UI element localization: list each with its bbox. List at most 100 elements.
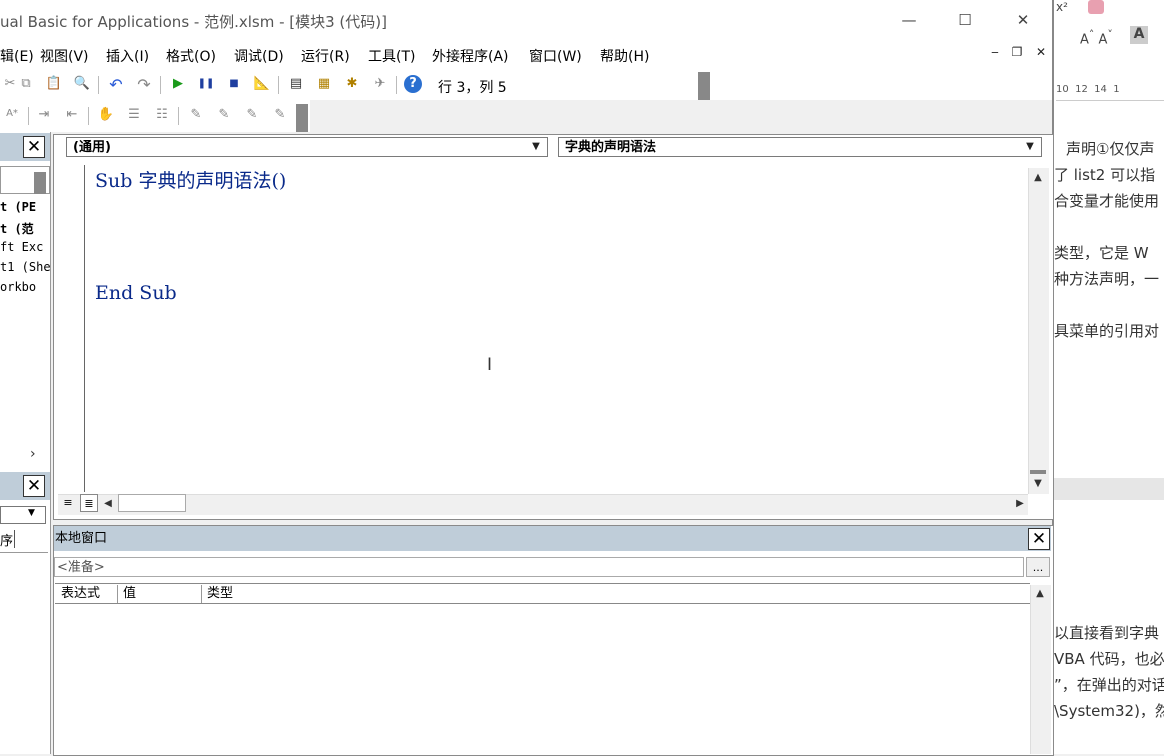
pane-scroll-handle[interactable] [34,172,46,194]
tree-item[interactable]: t (范 [0,220,34,237]
mdi-restore-button[interactable]: ❐ [1008,45,1026,59]
uncomment-block-icon[interactable]: ☷ [152,107,172,122]
code-vertical-scrollbar[interactable] [1028,168,1049,494]
column-header-value[interactable]: 值 [118,585,202,603]
outdent-icon[interactable]: ⇤ [62,107,82,122]
toolbox-icon[interactable]: ✈ [370,76,390,91]
indent-icon[interactable]: ⇥ [34,107,54,122]
scroll-down-icon[interactable]: ▼ [1028,478,1048,489]
doc-line: \System32)，然 [1054,702,1164,720]
object-combo[interactable]: (通用) [66,137,548,157]
superscript-icon[interactable]: x² [1056,0,1068,14]
properties-icon[interactable]: ▦ [314,76,334,91]
scroll-split-bar[interactable] [1030,470,1046,474]
doc-line: 声明①仅仅声 [1066,140,1155,158]
code-line[interactable]: Sub 字典的声明语法() [95,166,286,193]
locals-vertical-scrollbar[interactable] [1030,585,1051,754]
menu-addins[interactable]: 外接程序(A) [432,46,509,66]
code-horizontal-scrollbar[interactable] [58,494,1028,515]
tree-item[interactable]: ft Exc [0,240,43,254]
close-window-button[interactable]: ✕ [1008,8,1038,32]
project-explorer-icon[interactable]: ▤ [286,76,306,91]
doc-line: ”，在弹出的对话 [1054,676,1164,694]
design-mode-icon[interactable]: 📐 [252,76,272,91]
chevron-down-icon[interactable]: ▼ [28,508,35,518]
tree-item[interactable]: t (PE [0,200,36,214]
comment-block-icon[interactable]: ☰ [124,107,144,122]
margin-indicator-bar[interactable] [54,165,85,492]
prev-bookmark-icon[interactable]: ✎ [242,107,262,122]
scroll-up-icon[interactable]: ▲ [1028,172,1048,183]
menu-view[interactable]: 视图(V) [40,46,89,66]
toolbar-overflow-handle[interactable] [698,72,710,100]
window-title: ual Basic for Applications - 范例.xlsm - [… [0,13,387,31]
column-header-type[interactable]: 类型 [202,585,1028,603]
doc-line: 了 list2 可以指 [1054,166,1156,184]
clear-bookmarks-icon[interactable]: ✎ [270,107,290,122]
toggle-breakpoint-icon[interactable]: ✋ [96,107,116,122]
paste-icon[interactable]: 📋 [44,76,64,91]
complete-word-icon[interactable]: A* [2,108,22,119]
close-project-pane-button[interactable]: ✕ [23,136,45,158]
call-stack-button[interactable]: ... [1026,557,1050,577]
menu-format[interactable]: 格式(O) [166,46,216,66]
reset-icon[interactable]: ■ [224,76,244,92]
copy-icon[interactable]: ⧉ [16,76,36,91]
code-line[interactable]: End Sub [95,282,177,304]
column-header-expression[interactable]: 表达式 [56,585,118,603]
locals-header [54,526,1051,551]
menu-edit[interactable]: 辑(E) [0,46,34,66]
object-browser-icon[interactable]: ✱ [342,76,362,91]
bookmark-icon[interactable]: ✎ [186,107,206,122]
break-icon[interactable]: ❚❚ [196,76,216,92]
tree-item[interactable]: t1 (She [0,260,51,274]
eraser-icon[interactable] [1088,0,1104,14]
doc-line: 类型，它是 W [1054,244,1149,262]
text-cursor-icon: I [487,355,493,375]
font-size-icons[interactable]: A˄ A˅ [1080,28,1113,47]
doc-line: 具菜单的引用对 [1054,322,1160,340]
menu-help[interactable]: 帮助(H) [600,46,649,66]
full-module-view-icon[interactable]: ≣ [80,494,98,512]
cursor-position-label: 行 3，列 5 [438,80,507,96]
chevron-down-icon[interactable]: ▼ [528,138,544,156]
undo-icon[interactable]: ↶ [106,75,126,94]
doc-ruler: 10 12 14 1 [1056,84,1120,95]
scroll-right-icon[interactable]: ▶ [1010,498,1030,509]
next-bookmark-icon[interactable]: ✎ [214,107,234,122]
find-icon[interactable]: 🔍 [72,76,92,91]
menu-run[interactable]: 运行(R) [301,46,350,66]
menu-insert[interactable]: 插入(I) [106,46,149,66]
tree-item[interactable]: orkbo [0,280,36,294]
procedure-combo[interactable]: 字典的声明语法 [558,137,1042,157]
locals-context-field: <准备> [54,557,1024,577]
menu-tools[interactable]: 工具(T) [368,46,415,66]
maximize-button[interactable]: ☐ [950,8,980,32]
toolbar-overflow-handle[interactable] [296,104,308,132]
doc-line: 合变量才能使用 [1054,192,1160,210]
menu-bar [0,40,1052,70]
help-icon[interactable]: ? [404,75,422,93]
standard-toolbar [0,70,1052,100]
properties-object-dropdown[interactable] [0,506,46,524]
horizontal-scroll-thumb[interactable] [118,494,186,512]
redo-icon[interactable]: ↷ [134,75,154,94]
menu-debug[interactable]: 调试(D) [234,46,284,66]
doc-line: 种方法声明，一 [1054,270,1160,288]
char-shading-icon[interactable]: A [1130,26,1148,44]
chevron-down-icon[interactable]: ▼ [1022,138,1038,156]
scroll-left-icon[interactable]: ◀ [98,498,118,509]
scroll-up-icon[interactable]: ▲ [1030,588,1050,599]
mdi-close-button[interactable]: ✕ [1032,45,1050,59]
mdi-minimize-button[interactable]: ‒ [986,45,1004,59]
close-properties-pane-button[interactable]: ✕ [23,475,45,497]
chevron-right-icon[interactable]: › [30,446,36,462]
run-icon[interactable]: ▶ [168,76,188,91]
close-locals-button[interactable]: ✕ [1028,528,1050,550]
menu-window[interactable]: 窗口(W) [529,46,582,66]
procedure-view-icon[interactable]: ≡ [60,495,76,511]
doc-line: VBA 代码，也必 [1054,650,1164,668]
properties-tab[interactable]: 序 [0,530,15,549]
code-editor[interactable] [54,165,1028,492]
minimize-button[interactable]: — [894,8,924,32]
